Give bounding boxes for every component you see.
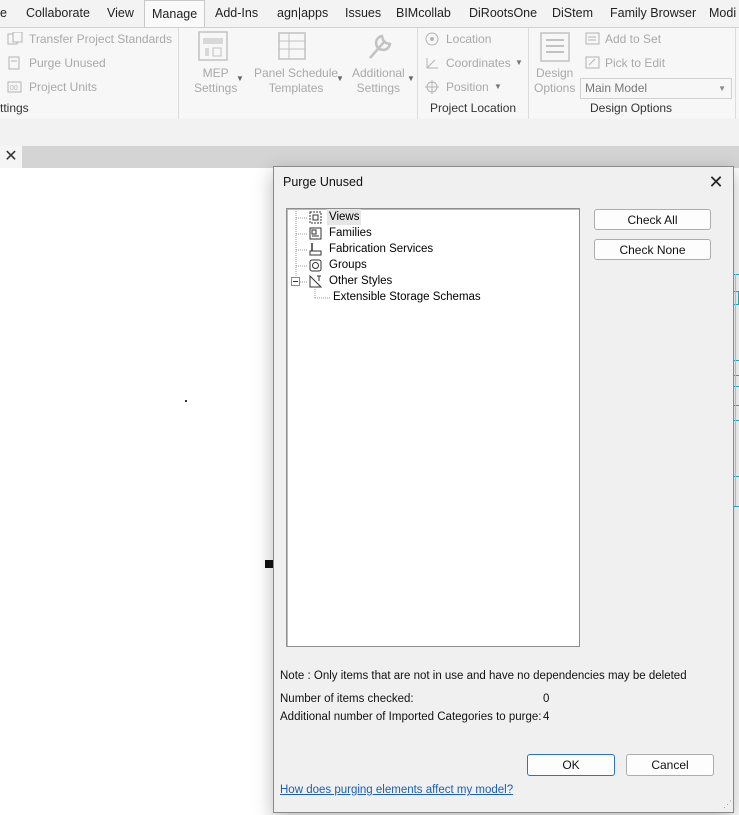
tree-item-fabrication-services[interactable]: Fabrication Services — [329, 241, 433, 257]
ribbon-separator — [528, 28, 529, 119]
view-tab-strip — [0, 146, 739, 168]
dialog-title: Purge Unused — [283, 175, 363, 189]
styles-icon — [309, 275, 322, 288]
imported-categories-label: Additional number of Imported Categories… — [280, 711, 542, 723]
tab-collaborate[interactable]: Collaborate — [26, 0, 90, 27]
tab-bimcollab[interactable]: BIMcollab — [396, 0, 451, 27]
design-option-select-value: Main Model — [585, 81, 648, 95]
fabrication-icon — [309, 243, 322, 256]
transfer-standards-icon — [7, 32, 23, 45]
coordinates-icon — [426, 58, 438, 69]
ribbon-separator — [735, 28, 736, 119]
position-dropdown-arrow-icon[interactable]: ▼ — [494, 82, 502, 91]
tab-file[interactable]: e — [0, 0, 7, 27]
imported-categories-value: 4 — [543, 711, 550, 723]
tab-view[interactable]: View — [107, 0, 134, 27]
mep-dropdown-arrow-icon[interactable]: ▼ — [236, 74, 244, 83]
help-link[interactable]: How does purging elements affect my mode… — [280, 784, 513, 796]
wrench-icon — [369, 34, 392, 59]
tree-item-groups[interactable]: Groups — [329, 257, 367, 273]
pick-to-edit-button[interactable]: Pick to Edit — [605, 56, 665, 70]
mep-settings-icon — [198, 31, 228, 61]
close-view-icon[interactable]: ✕ — [0, 146, 22, 168]
options-bar — [0, 119, 739, 146]
location-button[interactable]: Location — [446, 32, 491, 46]
purge-unused-dialog: Purge Unused ✕ Views Families Fabricatio… — [273, 166, 734, 813]
additional-settings-dropdown-arrow-icon[interactable]: ▼ — [407, 74, 415, 83]
check-none-button[interactable]: Check None — [594, 239, 711, 260]
design-options-panel-title: Design Options — [590, 101, 673, 115]
project-units-button[interactable]: Project Units — [29, 80, 97, 94]
design-options-button[interactable]: Design Options — [534, 66, 575, 96]
purge-tree[interactable]: Views Families Fabrication Services Grou… — [286, 208, 580, 647]
add-to-set-icon — [585, 32, 600, 45]
purge-unused-button[interactable]: Purge Unused — [29, 56, 106, 70]
purge-note: Note : Only items that are not in use an… — [280, 670, 687, 682]
transfer-standards-button[interactable]: Transfer Project Standards — [29, 32, 172, 46]
views-icon — [309, 211, 322, 224]
ribbon-separator — [417, 28, 418, 119]
collapse-toggle-icon[interactable] — [291, 277, 301, 287]
project-units-icon: 00 — [7, 81, 22, 93]
project-location-panel-title: Project Location — [430, 101, 517, 115]
ribbon: Transfer Project Standards Purge Unused … — [0, 27, 739, 120]
tab-manage[interactable]: Manage — [144, 0, 206, 28]
panel-schedule-dropdown-arrow-icon[interactable]: ▼ — [336, 74, 344, 83]
purge-unused-icon — [8, 56, 20, 70]
coordinates-button[interactable]: Coordinates — [446, 56, 511, 70]
pick-to-edit-icon — [585, 56, 600, 69]
tab-agnapps[interactable]: agn|apps — [277, 0, 328, 27]
position-button[interactable]: Position — [446, 80, 489, 94]
coordinates-dropdown-arrow-icon[interactable]: ▼ — [515, 58, 523, 67]
mep-settings-button[interactable]: MEP Settings — [194, 66, 237, 96]
tree-item-views[interactable]: Views — [327, 209, 362, 225]
tab-modify[interactable]: Modi — [709, 0, 736, 27]
close-icon[interactable]: ✕ — [705, 171, 727, 193]
tree-item-extensible-storage-schemas[interactable]: Extensible Storage Schemas — [333, 289, 481, 305]
check-all-button[interactable]: Check All — [594, 209, 711, 230]
resize-grip-icon[interactable]: ⋰ — [723, 799, 732, 810]
svg-text:00: 00 — [10, 85, 18, 92]
tab-add-ins[interactable]: Add-Ins — [215, 0, 258, 27]
items-checked-label: Number of items checked: — [280, 693, 414, 705]
ribbon-separator — [178, 28, 179, 119]
tab-issues[interactable]: Issues — [345, 0, 381, 27]
tab-dirootsone[interactable]: DiRootsOne — [469, 0, 537, 27]
groups-icon — [309, 259, 322, 272]
canvas-point — [185, 400, 187, 402]
settings-panel-title: ttings — [0, 101, 29, 115]
families-icon — [309, 227, 322, 240]
chevron-down-icon: ▼ — [718, 84, 726, 93]
tree-item-families[interactable]: Families — [329, 225, 372, 241]
ribbon-tab-bar: e Collaborate View Manage Add-Ins agn|ap… — [0, 0, 739, 28]
add-to-set-button[interactable]: Add to Set — [605, 32, 661, 46]
cancel-button[interactable]: Cancel — [626, 754, 714, 776]
additional-settings-button[interactable]: Additional Settings — [352, 66, 405, 96]
location-icon — [425, 32, 439, 46]
canvas-marker — [265, 560, 273, 568]
items-checked-value: 0 — [543, 693, 550, 705]
design-option-select[interactable]: Main Model ▼ — [580, 78, 732, 99]
tab-distem[interactable]: DiStem — [552, 0, 593, 27]
ok-button[interactable]: OK — [527, 754, 615, 776]
design-options-icon — [540, 32, 570, 62]
tab-family-browser[interactable]: Family Browser — [610, 0, 696, 27]
panel-schedule-icon — [278, 32, 306, 60]
position-icon — [425, 80, 439, 94]
panel-schedule-templates-button[interactable]: Panel Schedule Templates — [254, 66, 338, 96]
model-line — [735, 274, 736, 506]
tree-item-other-styles[interactable]: Other Styles — [329, 273, 392, 289]
